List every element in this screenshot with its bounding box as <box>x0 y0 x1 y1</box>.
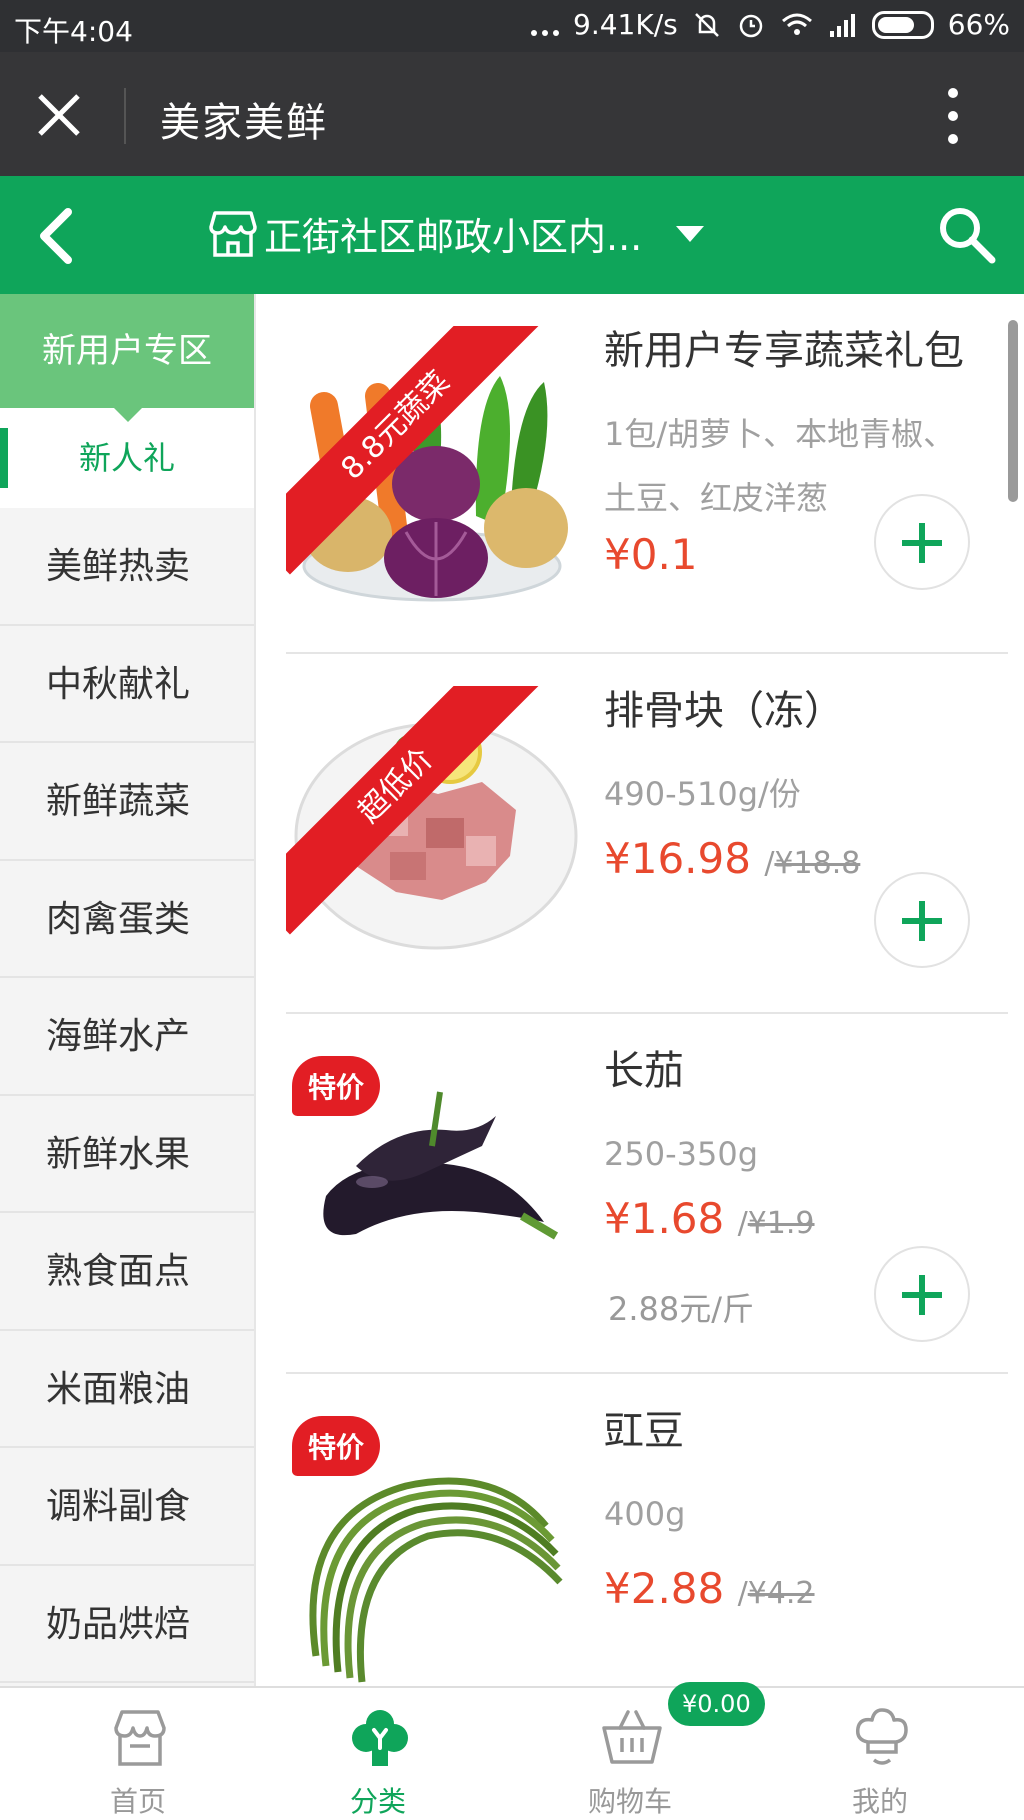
product-name[interactable]: 长茄 <box>604 1038 684 1096</box>
original-price: /¥1.9 <box>737 1206 815 1241</box>
add-to-cart-button[interactable] <box>874 872 970 968</box>
search-icon[interactable] <box>936 204 996 264</box>
add-to-cart-button[interactable] <box>874 1246 970 1342</box>
add-to-cart-button[interactable] <box>874 494 970 590</box>
product-item[interactable]: 特价 长茄 250-350g ¥1.68 /¥1.9 2.88元/斤 <box>286 1014 1008 1374</box>
network-speed: 9.41K/s <box>573 8 678 41</box>
sidebar-item[interactable]: 奶品烘焙 <box>0 1566 254 1683</box>
nav-home[interactable]: 首页 <box>10 1688 266 1820</box>
more-vertical-icon[interactable] <box>946 88 960 144</box>
sidebar-item[interactable]: 美鲜热卖 <box>0 508 254 626</box>
unit-price: 2.88元/斤 <box>608 1290 755 1328</box>
location-header: 正街社区邮政小区内... <box>0 176 1024 294</box>
special-price-badge: 特价 <box>292 1416 381 1476</box>
sidebar-section-title: 新用户专区 <box>0 294 254 422</box>
product-image[interactable]: 8.8元蔬菜 <box>286 326 578 618</box>
nav-label: 首页 <box>109 1785 166 1818</box>
current-price: ¥1.68 <box>604 1194 725 1243</box>
nav-label: 分类 <box>349 1785 406 1818</box>
status-icons: 9.41K/s 66% <box>531 8 1010 41</box>
chef-hat-icon <box>855 1708 908 1765</box>
more-dots-icon <box>531 14 560 36</box>
location-text: 正街社区邮政小区内... <box>264 215 643 259</box>
close-icon[interactable] <box>36 92 82 138</box>
product-name[interactable]: 排骨块（冻） <box>604 678 844 736</box>
cart-total-badge: ¥0.00 <box>668 1682 765 1726</box>
wifi-icon <box>781 13 812 35</box>
product-price: ¥1.68 /¥1.9 <box>604 1194 815 1243</box>
nav-mine[interactable]: 我的 <box>752 1688 1008 1820</box>
special-price-badge: 特价 <box>292 1056 381 1116</box>
status-bar: 下午4:04 9.41K/s 66% <box>0 0 1024 52</box>
battery-percent: 66% <box>947 8 1010 41</box>
sidebar-item[interactable]: 调料副食 <box>0 1448 254 1566</box>
app-title: 美家美鲜 <box>160 100 328 146</box>
location-selector[interactable]: 正街社区邮政小区内... <box>206 206 705 261</box>
product-spec: 490-510g/份 <box>604 775 801 813</box>
product-image[interactable]: 超低价 <box>286 686 578 978</box>
sidebar-item[interactable]: 海鲜水产 <box>0 978 254 1096</box>
title-divider <box>124 88 126 144</box>
current-price: ¥2.88 <box>604 1564 725 1613</box>
signal-icon <box>829 13 855 37</box>
sidebar-item[interactable]: 米面粮油 <box>0 1331 254 1448</box>
dropdown-caret-icon <box>676 225 705 242</box>
product-price: ¥0.1 <box>604 530 698 579</box>
current-price: ¥16.98 <box>604 834 751 883</box>
category-sidebar: 新用户专区 新人礼 美鲜热卖 中秋献礼 新鲜蔬菜 肉禽蛋类 海鲜水产 新鲜水果 … <box>0 294 256 1686</box>
sidebar-item[interactable]: 熟食面点 <box>0 1213 254 1331</box>
app-title-bar: 美家美鲜 <box>0 52 1024 176</box>
product-image[interactable]: 特价 <box>286 1046 578 1338</box>
product-name[interactable]: 豇豆 <box>604 1398 684 1456</box>
alarm-icon <box>739 14 763 37</box>
original-price: /¥4.2 <box>737 1576 815 1611</box>
mute-bell-icon <box>694 12 719 37</box>
sidebar-item[interactable]: 新鲜水果 <box>0 1096 254 1213</box>
product-item[interactable]: 超低价 排骨块（冻） 490-510g/份 ¥16.98 /¥18.8 <box>286 654 1008 1014</box>
bottom-nav: 首页 分类 购物车 我的 ¥0.00 <box>0 1682 1024 1820</box>
original-price: /¥18.8 <box>764 846 861 881</box>
store-icon <box>209 210 257 257</box>
category-icon <box>352 1710 408 1766</box>
nav-category[interactable]: 分类 <box>250 1688 506 1820</box>
nav-label: 购物车 <box>587 1785 672 1818</box>
product-name[interactable]: 新用户专享蔬菜礼包 <box>604 318 964 376</box>
product-item[interactable]: 特价 豇豆 400g ¥2.88 /¥4.2 <box>286 1374 1008 1686</box>
sidebar-item[interactable]: 新鲜蔬菜 <box>0 743 254 861</box>
sidebar-item[interactable]: 中秋献礼 <box>0 626 254 743</box>
product-price: ¥2.88 /¥4.2 <box>604 1564 815 1613</box>
product-spec-line: 1包/胡萝卜、本地青椒、 <box>604 415 956 453</box>
nav-label: 我的 <box>851 1785 908 1818</box>
status-time: 下午4:04 <box>14 15 133 48</box>
back-arrow-icon[interactable] <box>36 208 76 264</box>
cart-basket-icon <box>602 1710 662 1764</box>
product-list[interactable]: 8.8元蔬菜 新用户专享蔬菜礼包 1包/胡萝卜、本地青椒、 土豆、红皮洋葱 ¥0… <box>256 294 1024 1686</box>
product-spec: 250-350g <box>604 1135 759 1173</box>
sidebar-item[interactable]: 肉禽蛋类 <box>0 861 254 978</box>
sidebar-item-active[interactable]: 新人礼 <box>0 408 254 508</box>
battery-icon <box>871 10 934 39</box>
product-item[interactable]: 8.8元蔬菜 新用户专享蔬菜礼包 1包/胡萝卜、本地青椒、 土豆、红皮洋葱 ¥0… <box>286 294 1008 654</box>
product-spec: 400g <box>604 1495 686 1533</box>
product-image[interactable]: 特价 <box>286 1406 578 1686</box>
scrollbar[interactable] <box>1008 320 1018 502</box>
product-price: ¥16.98 /¥18.8 <box>604 834 860 883</box>
home-store-icon <box>114 1710 166 1766</box>
